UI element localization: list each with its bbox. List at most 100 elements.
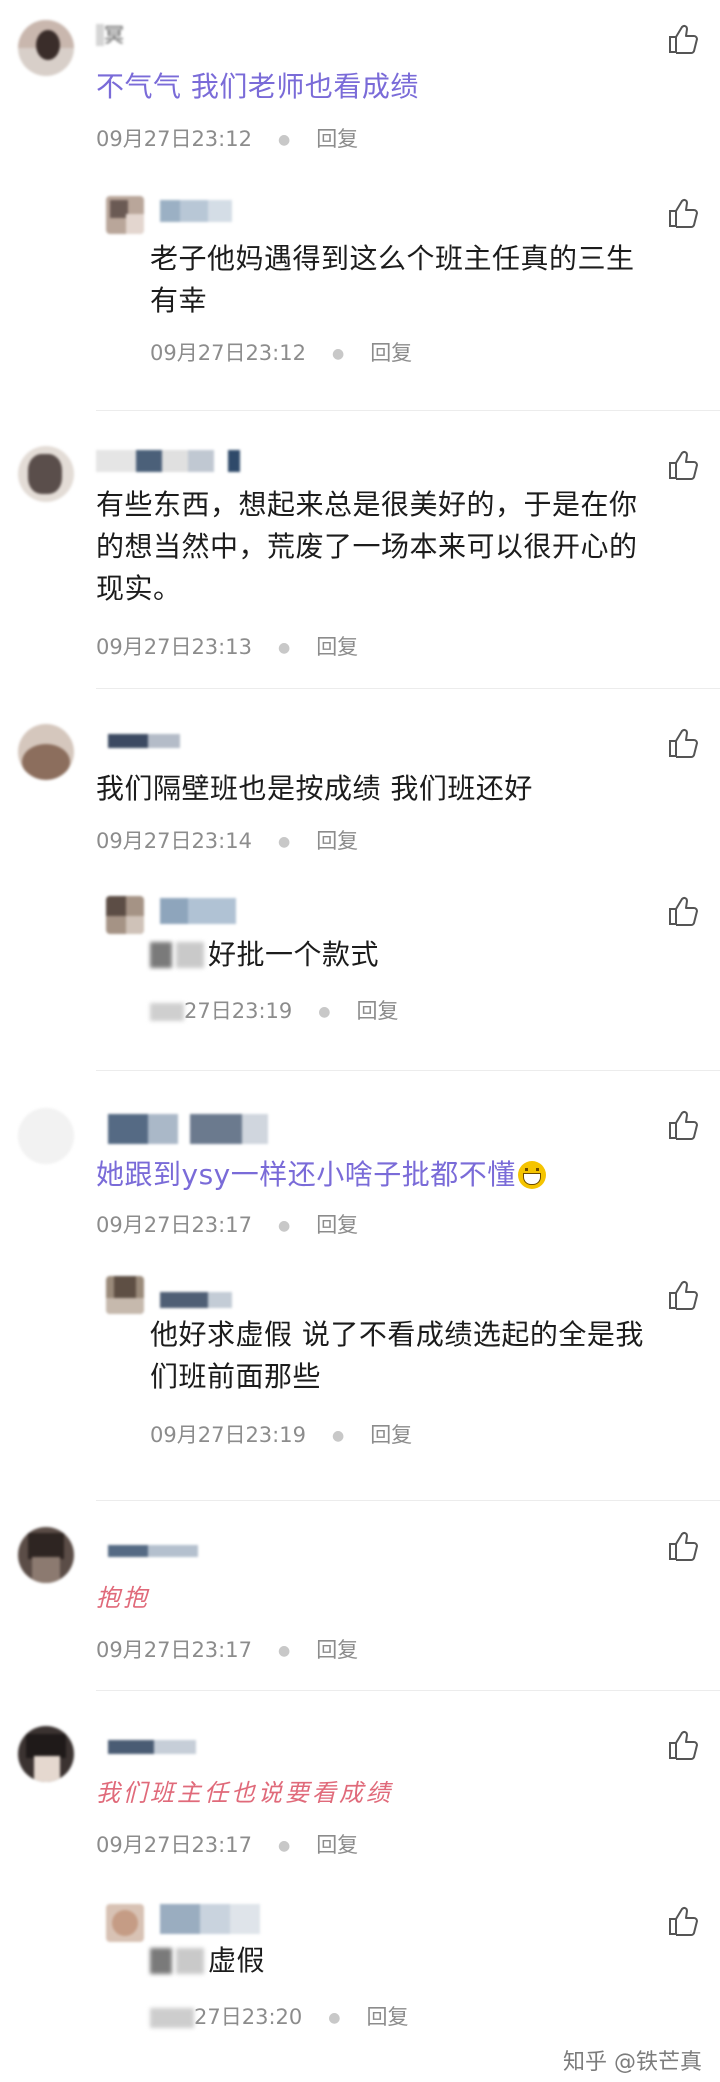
timestamp: 09月27日23:17 xyxy=(96,1638,252,1662)
redacted-text xyxy=(150,1003,184,1021)
thumbs-up-icon[interactable] xyxy=(666,1728,700,1762)
avatar[interactable] xyxy=(18,20,74,76)
comment-meta: 09月27日23:12 ● 回复 xyxy=(96,124,358,154)
username[interactable] xyxy=(160,898,236,924)
comment-text: 有些东西，想起来总是很美好的，于是在你 的想当然中，荒废了一场本来可以很开心的 … xyxy=(96,488,638,605)
comment-text: 老子他妈遇得到这么个班主任真的三生 有幸 xyxy=(150,242,635,317)
timestamp: 27日23:20 xyxy=(194,2005,303,2029)
avatar[interactable] xyxy=(106,1904,144,1942)
comment-meta: 09月27日23:17 ● 回复 xyxy=(96,1830,358,1860)
reply-button[interactable]: 回复 xyxy=(316,1213,358,1237)
divider xyxy=(96,1070,720,1071)
comment-4: 她跟到ysy一样还小啥子批都不懂 09月27日23:17 ● 回复 xyxy=(0,1090,720,1260)
divider xyxy=(96,1500,720,1501)
comment-meta: 09月27日23:19 ● 回复 xyxy=(150,1420,412,1450)
timestamp: 09月27日23:19 xyxy=(150,1423,306,1447)
avatar[interactable] xyxy=(106,196,144,234)
separator-dot: ● xyxy=(277,640,291,656)
reply-button[interactable]: 回复 xyxy=(316,1833,358,1857)
redacted-text xyxy=(176,1948,204,1974)
thumbs-up-icon[interactable] xyxy=(666,726,700,760)
timestamp: 09月27日23:12 xyxy=(96,127,252,151)
separator-dot: ● xyxy=(328,2010,341,2026)
timestamp: 09月27日23:17 xyxy=(96,1213,252,1237)
comment-6: 我们班主任也说要看成绩 09月27日23:17 ● 回复 xyxy=(0,1710,720,1890)
separator-dot: ● xyxy=(331,1428,345,1444)
username[interactable]: 冥 xyxy=(96,24,130,46)
redacted-text xyxy=(150,1948,172,1974)
reply-2: 好批一个款式 27日23:19 ● 回复 xyxy=(0,880,720,1050)
reply-3: 他好求虚假 说了不看成绩选起的全是我 们班前面那些 09月27日23:19 ● 回复 xyxy=(0,1270,720,1480)
username[interactable] xyxy=(160,1904,260,1934)
avatar[interactable] xyxy=(18,1726,74,1782)
divider xyxy=(96,410,720,411)
redacted-text xyxy=(176,942,204,968)
reply-button[interactable]: 回复 xyxy=(356,999,398,1023)
comment-meta: 27日23:19 ● 回复 xyxy=(150,996,398,1026)
divider xyxy=(96,688,720,689)
username[interactable] xyxy=(108,1740,196,1754)
reply-button[interactable]: 回复 xyxy=(316,829,358,853)
watermark: 知乎 @铁芒真 xyxy=(563,2050,702,2075)
separator-dot: ● xyxy=(318,1004,331,1020)
comment-meta: 09月27日23:17 ● 回复 xyxy=(96,1635,358,1665)
reply-button[interactable]: 回复 xyxy=(316,127,358,151)
thumbs-up-icon[interactable] xyxy=(666,22,700,56)
timestamp: 27日23:19 xyxy=(184,999,293,1023)
reply-1: 老子他妈遇得到这么个班主任真的三生 有幸 09月27日23:12 ● 回复 xyxy=(0,180,720,410)
thumbs-up-icon[interactable] xyxy=(666,1529,700,1563)
separator-dot: ● xyxy=(277,1643,291,1659)
thumbs-up-icon[interactable] xyxy=(666,1904,700,1938)
comment-meta: 09月27日23:14 ● 回复 xyxy=(96,826,358,856)
separator-dot: ● xyxy=(277,834,291,850)
comment-text: 我们隔壁班也是按成绩 我们班还好 xyxy=(96,772,533,805)
comment-meta: 09月27日23:17 ● 回复 xyxy=(96,1210,358,1240)
comment-text: 他好求虚假 说了不看成绩选起的全是我 们班前面那些 xyxy=(150,1318,644,1393)
thumbs-up-icon[interactable] xyxy=(666,448,700,482)
comment-meta: 09月27日23:12 ● 回复 xyxy=(150,338,412,368)
comment-3: 我们隔壁班也是按成绩 我们班还好 09月27日23:14 ● 回复 xyxy=(0,710,720,870)
grinning-face-emoji-icon xyxy=(517,1161,546,1189)
comment-text: 虚假 xyxy=(150,1940,265,1982)
avatar[interactable] xyxy=(106,1276,144,1314)
reply-button[interactable]: 回复 xyxy=(370,1423,412,1447)
timestamp: 09月27日23:13 xyxy=(96,635,252,659)
thumbs-up-icon[interactable] xyxy=(666,1278,700,1312)
redacted-text xyxy=(150,942,172,968)
username[interactable] xyxy=(96,450,276,472)
avatar[interactable] xyxy=(18,1527,74,1583)
thumbs-up-icon[interactable] xyxy=(666,894,700,928)
thumbs-up-icon[interactable] xyxy=(666,196,700,230)
username[interactable] xyxy=(108,1545,198,1557)
avatar[interactable] xyxy=(18,1108,74,1164)
comment-meta: 09月27日23:13 ● 回复 xyxy=(96,632,358,662)
timestamp: 09月27日23:14 xyxy=(96,829,252,853)
comment-2: 有些东西，想起来总是很美好的，于是在你 的想当然中，荒废了一场本来可以很开心的 … xyxy=(0,430,720,690)
redacted-text xyxy=(150,2008,194,2028)
reply-button[interactable]: 回复 xyxy=(370,341,412,365)
thumbs-up-icon[interactable] xyxy=(666,1108,700,1142)
username[interactable] xyxy=(160,200,232,222)
comment-text: 不气气 我们老师也看成绩 xyxy=(96,70,419,103)
separator-dot: ● xyxy=(277,1838,291,1854)
comment-text: 抱抱 xyxy=(96,1584,150,1612)
username[interactable] xyxy=(160,1292,232,1308)
avatar[interactable] xyxy=(18,446,74,502)
reply-button[interactable]: 回复 xyxy=(316,635,358,659)
username[interactable] xyxy=(108,734,180,748)
separator-dot: ● xyxy=(277,132,291,148)
timestamp: 09月27日23:17 xyxy=(96,1833,252,1857)
comment-1: 冥 不气气 我们老师也看成绩 09月27日23:12 ● 回复 xyxy=(0,0,720,170)
comment-meta: 27日23:20 ● 回复 xyxy=(150,2002,408,2032)
comment-text: 好批一个款式 xyxy=(150,934,379,976)
username[interactable] xyxy=(108,1114,268,1144)
reply-button[interactable]: 回复 xyxy=(316,1638,358,1662)
separator-dot: ● xyxy=(331,346,345,362)
separator-dot: ● xyxy=(277,1218,291,1234)
avatar[interactable] xyxy=(106,896,144,934)
comment-text: 我们班主任也说要看成绩 xyxy=(96,1779,393,1807)
avatar[interactable] xyxy=(18,724,74,780)
comment-text: 她跟到ysy一样还小啥子批都不懂 xyxy=(96,1154,546,1196)
divider xyxy=(96,1690,720,1691)
reply-button[interactable]: 回复 xyxy=(366,2005,408,2029)
